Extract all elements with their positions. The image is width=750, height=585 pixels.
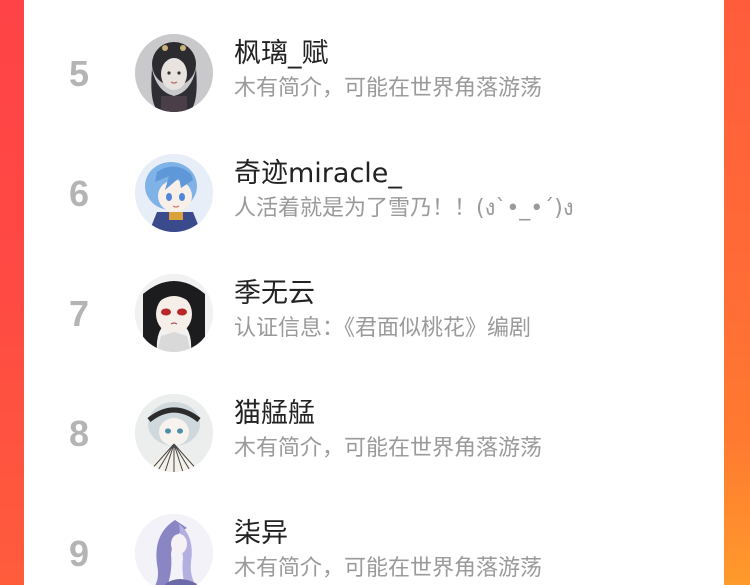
user-bio: 人活着就是为了雪乃！！(ง`•_•´)ง xyxy=(234,196,574,221)
avatar-purple-hair-girl-icon[interactable] xyxy=(135,514,213,585)
user-name[interactable]: 柒异 xyxy=(234,516,288,552)
user-bio: 木有简介，可能在世界角落游荡 xyxy=(234,436,543,461)
avatar-blue-hair-girl-icon[interactable] xyxy=(135,154,213,232)
rank-number: 7 xyxy=(68,293,90,334)
user-name[interactable]: 猫艋艋 xyxy=(234,396,315,432)
rank-number: 9 xyxy=(68,533,90,574)
ranking-row[interactable]: 9 柒异 木有简介，可能在世界角落游荡 xyxy=(24,508,724,585)
avatar-silver-hair-fan-icon[interactable] xyxy=(135,394,213,472)
ranking-list: 5 枫璃_赋 木有简介，可能在世界角落游荡 6 奇迹miracle_ 人活着就是… xyxy=(24,0,724,585)
left-accent-strip xyxy=(0,0,24,585)
rank-number: 5 xyxy=(68,53,90,94)
user-name[interactable]: 季无云 xyxy=(234,276,315,312)
ranking-row[interactable]: 8 猫艋艋 木有简介，可能在世界角落游荡 xyxy=(24,388,724,488)
rank-number: 8 xyxy=(68,413,90,454)
avatar-black-hair-red-eyes-icon[interactable] xyxy=(135,274,213,352)
ranking-row[interactable]: 7 季无云 认证信息：《君面似桃花》编剧 xyxy=(24,268,724,368)
rank-number: 6 xyxy=(68,173,90,214)
right-accent-strip xyxy=(724,0,750,585)
ranking-row[interactable]: 6 奇迹miracle_ 人活着就是为了雪乃！！(ง`•_•´)ง xyxy=(24,148,724,248)
user-name[interactable]: 枫璃_赋 xyxy=(234,36,329,72)
avatar-dark-hair-girl-icon[interactable] xyxy=(135,34,213,112)
user-name[interactable]: 奇迹miracle_ xyxy=(234,156,402,192)
user-bio: 木有简介，可能在世界角落游荡 xyxy=(234,556,543,581)
ranking-row[interactable]: 5 枫璃_赋 木有简介，可能在世界角落游荡 xyxy=(24,28,724,128)
user-bio: 木有简介，可能在世界角落游荡 xyxy=(234,76,543,101)
user-bio: 认证信息：《君面似桃花》编剧 xyxy=(234,316,532,341)
